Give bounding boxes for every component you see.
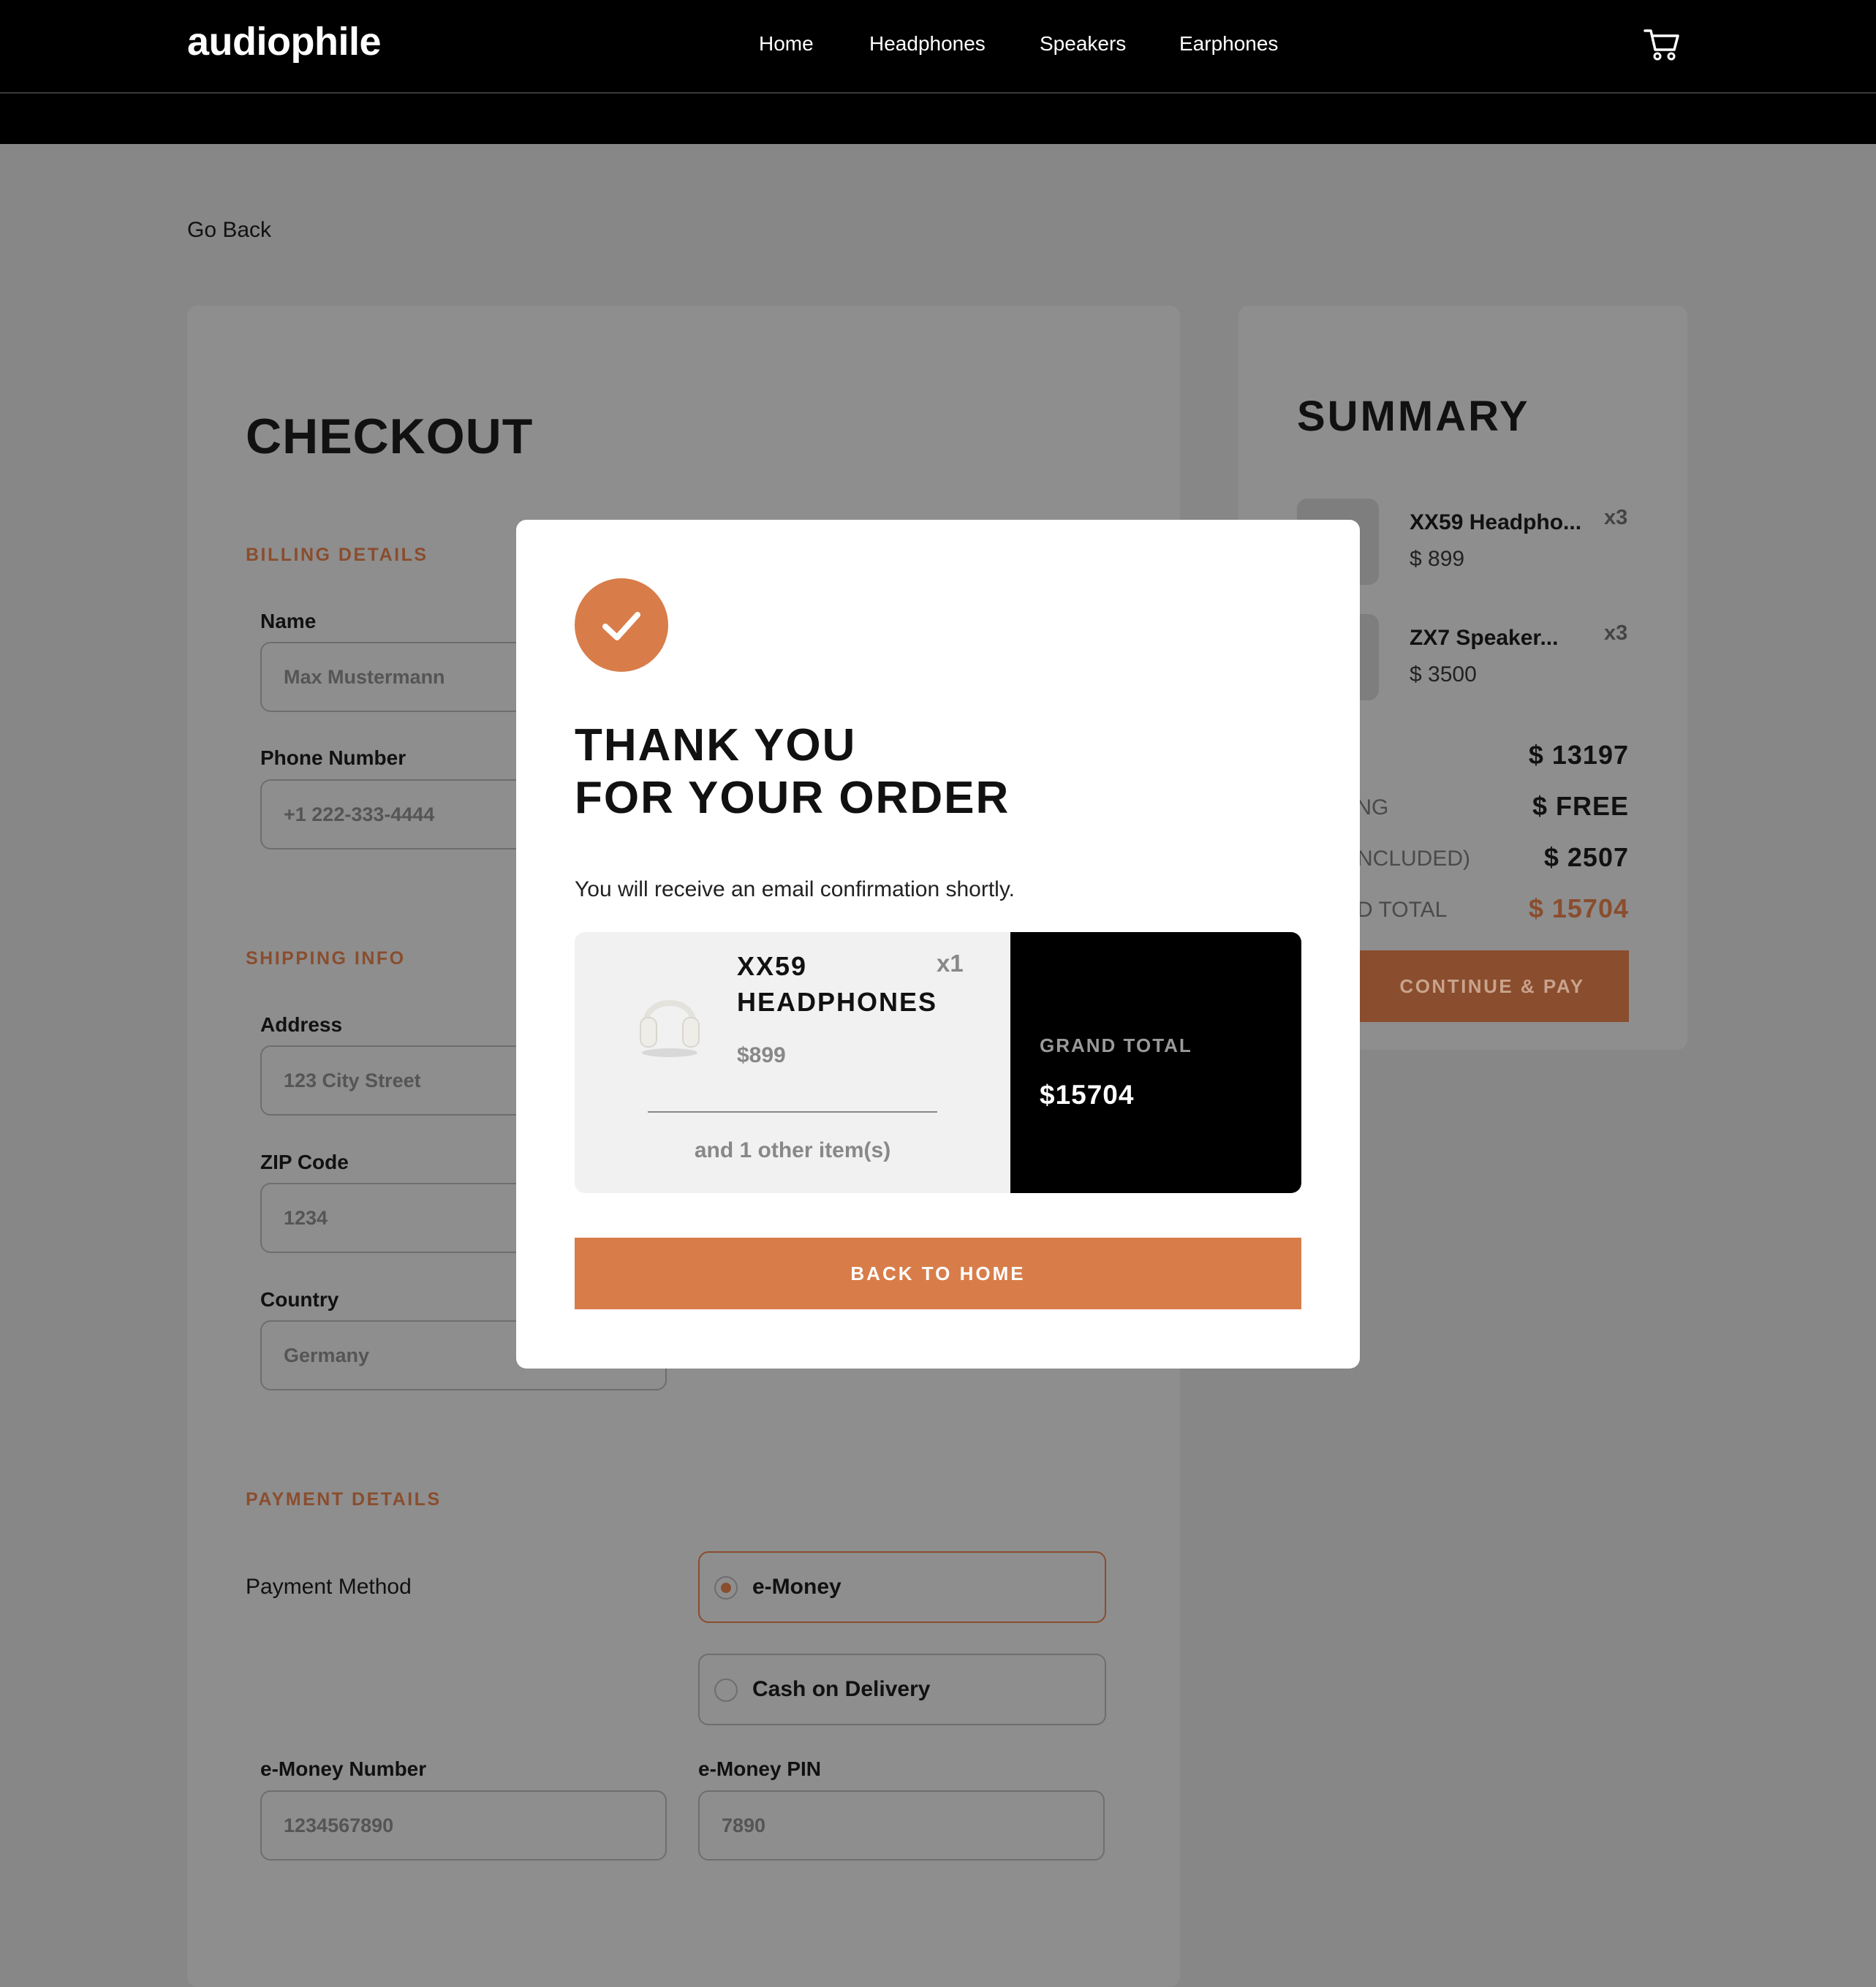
name-label: Name xyxy=(260,610,317,632)
modal-item-name: XX59 HEADPHONES xyxy=(737,951,938,1017)
modal-item-price: $899 xyxy=(737,1043,786,1067)
billing-section-title: BILLING DETAILS xyxy=(246,545,428,565)
phone-label: Phone Number xyxy=(260,746,406,769)
headphones-image xyxy=(633,980,706,1057)
header-divider xyxy=(0,92,1876,94)
summary-title: SUMMARY xyxy=(1297,393,1530,440)
emoney-pin-label: e-Money PIN xyxy=(698,1757,822,1780)
summary-vat-label: NCLUDED) xyxy=(1357,847,1471,871)
order-items-panel: XX59 HEADPHONES x1 $899 and 1 other item… xyxy=(575,932,1010,1193)
grand-total-label: GRAND TOTAL xyxy=(1040,1034,1192,1056)
emoney-number-field[interactable]: 1234567890 xyxy=(260,1790,667,1861)
summary-item-price: $ 3500 xyxy=(1410,662,1477,686)
nav-headphones[interactable]: Headphones xyxy=(869,32,986,56)
summary-item-price: $ 899 xyxy=(1410,547,1465,571)
radio-unselected-icon xyxy=(714,1678,738,1702)
nav-home[interactable]: Home xyxy=(759,32,814,56)
order-summary-box: XX59 HEADPHONES x1 $899 and 1 other item… xyxy=(575,932,1301,1193)
divider xyxy=(648,1111,937,1113)
summary-grand-total-label: D TOTAL xyxy=(1357,898,1448,922)
logo[interactable]: audiophile xyxy=(187,19,382,64)
modal-title: THANK YOU FOR YOUR ORDER xyxy=(575,719,1010,825)
modal-title-line2: FOR YOUR ORDER xyxy=(575,773,1010,823)
cart-icon[interactable] xyxy=(1644,28,1680,61)
payment-section-title: PAYMENT DETAILS xyxy=(246,1489,442,1510)
radio-emoney[interactable]: e-Money xyxy=(698,1551,1106,1623)
country-label: Country xyxy=(260,1288,339,1311)
modal-title-line1: THANK YOU xyxy=(575,720,857,771)
summary-total-value: $ 13197 xyxy=(1528,740,1629,770)
back-to-home-button[interactable]: BACK TO HOME xyxy=(575,1238,1301,1309)
modal-item-qty: x1 xyxy=(937,950,964,977)
checkout-title: CHECKOUT xyxy=(246,409,534,464)
summary-shipping-value: $ FREE xyxy=(1532,791,1629,821)
shipping-section-title: SHIPPING INFO xyxy=(246,948,406,969)
summary-vat-value: $ 2507 xyxy=(1543,842,1629,872)
radio-cash-label: Cash on Delivery xyxy=(752,1677,931,1701)
grand-total-panel: GRAND TOTAL $15704 xyxy=(1010,932,1301,1193)
summary-item-name: XX59 Headpho... xyxy=(1410,510,1582,534)
radio-emoney-label: e-Money xyxy=(752,1575,841,1599)
summary-item-qty: x3 xyxy=(1604,621,1628,645)
nav-earphones[interactable]: Earphones xyxy=(1179,32,1278,56)
modal-subtitle: You will receive an email confirmation s… xyxy=(575,877,1015,901)
summary-item-name: ZX7 Speaker... xyxy=(1410,626,1559,650)
radio-selected-icon xyxy=(714,1576,738,1600)
summary-item-qty: x3 xyxy=(1604,506,1628,529)
emoney-pin-field[interactable]: 7890 xyxy=(698,1790,1105,1861)
summary-grand-total-value: $ 15704 xyxy=(1528,893,1629,923)
address-label: Address xyxy=(260,1013,343,1036)
grand-total-value: $15704 xyxy=(1040,1080,1135,1110)
payment-method-label: Payment Method xyxy=(246,1575,412,1599)
go-back-link[interactable]: Go Back xyxy=(187,218,271,243)
zip-label: ZIP Code xyxy=(260,1151,349,1173)
nav-speakers[interactable]: Speakers xyxy=(1040,32,1126,56)
checkmark-icon xyxy=(575,578,668,672)
other-items-link[interactable]: and 1 other item(s) xyxy=(575,1138,1010,1163)
emoney-number-label: e-Money Number xyxy=(260,1757,427,1780)
radio-cash-on-delivery[interactable]: Cash on Delivery xyxy=(698,1654,1106,1725)
